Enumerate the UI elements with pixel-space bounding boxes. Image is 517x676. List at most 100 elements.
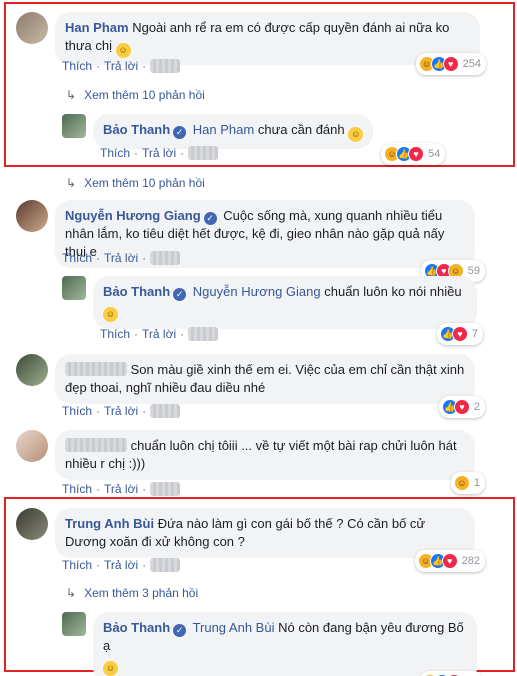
comment-actions: Thích · Trả lời · bbox=[62, 404, 181, 418]
mention-link[interactable]: Nguyễn Hương Giang bbox=[193, 284, 321, 299]
love-reaction-icon: ♥ bbox=[442, 56, 459, 72]
view-more-replies-label[interactable]: Xem thêm 10 phản hồi bbox=[84, 176, 205, 190]
reply-link[interactable]: Trả lời bbox=[104, 482, 138, 496]
like-link[interactable]: Thích bbox=[100, 327, 130, 341]
reply-bubble: Bảo Thanh ✓ Nguyễn Hương Giang chuẩn luôn… bbox=[93, 276, 483, 345]
reply-link[interactable]: Trả lời bbox=[142, 146, 176, 160]
reply-actions: Thích · Trả lời · bbox=[100, 146, 219, 160]
avatar[interactable] bbox=[16, 200, 48, 232]
comment-actions: Thích · Trả lời · bbox=[62, 251, 181, 265]
separator-dot: · bbox=[180, 327, 185, 341]
reactions-badge[interactable]: ☺ 1 bbox=[450, 472, 485, 494]
laughing-emoji-icon: ☺ bbox=[103, 661, 118, 676]
avatar[interactable] bbox=[62, 276, 86, 300]
reply-author[interactable]: Bảo Thanh bbox=[103, 284, 170, 299]
reply-bubble: Bảo Thanh ✓ Han Pham chưa cần đánh ☺ ☺ 👍 … bbox=[93, 114, 446, 165]
love-reaction-icon: ♥ bbox=[408, 146, 424, 162]
comment-bubble: Son màu giề xinh thế em ei. Việc của em … bbox=[55, 354, 485, 418]
like-link[interactable]: Thích bbox=[62, 558, 92, 572]
reply-link[interactable]: Trả lời bbox=[104, 404, 138, 418]
separator-dot: · bbox=[96, 558, 101, 572]
separator-dot: · bbox=[142, 558, 147, 572]
view-more-replies[interactable]: ↳ Xem thêm 3 phản hồi bbox=[66, 586, 198, 600]
view-more-replies[interactable]: ↳ Xem thêm 10 phản hồi bbox=[66, 88, 205, 102]
reply-link[interactable]: Trả lời bbox=[142, 327, 176, 341]
view-more-replies-label[interactable]: Xem thêm 10 phản hồi bbox=[84, 88, 205, 102]
separator-dot: · bbox=[96, 404, 101, 418]
comment-bubble: chuẩn luôn chị tôiii ... về tự viết một … bbox=[55, 430, 485, 494]
avatar[interactable] bbox=[16, 12, 48, 44]
blurred-timestamp bbox=[150, 251, 181, 265]
blurred-timestamp bbox=[150, 404, 181, 418]
comment-actions: Thích · Trả lời · bbox=[62, 482, 181, 496]
separator-dot: · bbox=[142, 59, 147, 73]
reactions-badge[interactable]: ☺ 👍 ♥ 54 bbox=[381, 143, 446, 165]
reactions-badge[interactable]: 👍 ♥ 2 bbox=[438, 396, 485, 418]
reply-link[interactable]: Trả lời bbox=[104, 251, 138, 265]
reply-text: chuẩn luôn ko nói nhiều bbox=[324, 284, 462, 299]
comment-actions: Thích · Trả lời · bbox=[62, 59, 181, 73]
avatar[interactable] bbox=[62, 114, 86, 138]
reactions-badge[interactable]: ☺ 👍 ♥ 254 bbox=[415, 53, 486, 75]
love-reaction-icon: ♥ bbox=[441, 553, 458, 569]
like-link[interactable]: Thích bbox=[62, 404, 92, 418]
reply-bao-thanh: Bảo Thanh ✓ Nguyễn Hương Giang chuẩn luôn… bbox=[62, 276, 483, 345]
verified-badge-icon: ✓ bbox=[203, 212, 217, 225]
comment-trung-anh-bui: Trung Anh Bùi Đứa nào làm gì con gái bố … bbox=[16, 508, 485, 572]
blurred-author-name bbox=[65, 438, 127, 452]
reply-arrow-icon: ↳ bbox=[66, 176, 77, 190]
separator-dot: · bbox=[96, 251, 101, 265]
love-reaction-icon: ♥ bbox=[451, 326, 468, 342]
love-reaction-icon: ♥ bbox=[453, 399, 470, 415]
separator-dot: · bbox=[180, 146, 185, 160]
blurred-timestamp bbox=[188, 146, 219, 160]
blurred-timestamp bbox=[150, 482, 181, 496]
grin-emoji-icon: ☺ bbox=[115, 43, 131, 58]
reply-link[interactable]: Trả lời bbox=[104, 59, 138, 73]
reaction-count: 54 bbox=[428, 148, 441, 160]
mention-link[interactable]: Han Pham bbox=[193, 122, 254, 137]
like-link[interactable]: Thích bbox=[62, 59, 92, 73]
blurred-timestamp bbox=[188, 327, 219, 341]
mention-link[interactable]: Trung Anh Bùi bbox=[193, 620, 275, 635]
separator-dot: · bbox=[142, 251, 147, 265]
reactions-badge[interactable]: ☺ 👍 ♥ 71 bbox=[418, 671, 483, 676]
comment-author[interactable]: Trung Anh Bùi bbox=[65, 516, 154, 531]
reaction-count: 1 bbox=[473, 477, 480, 489]
comment-author[interactable]: Nguyễn Hương Giang bbox=[65, 208, 201, 223]
comment-actions: Thích · Trả lời · bbox=[62, 558, 181, 572]
comment-han-pham: Han Pham Ngoài anh rể ra em có được cấp … bbox=[16, 12, 486, 75]
reactions-badge[interactable]: ☺ 👍 ♥ 282 bbox=[414, 550, 485, 572]
reply-actions: Thích · Trả lời · bbox=[100, 327, 219, 341]
like-link[interactable]: Thích bbox=[62, 482, 92, 496]
smile-emoji-icon: ☺ bbox=[103, 307, 118, 322]
reply-bao-thanh: Bảo Thanh ✓ Han Pham chưa cần đánh ☺ ☺ 👍 … bbox=[62, 114, 446, 165]
like-link[interactable]: Thích bbox=[62, 251, 92, 265]
separator-dot: · bbox=[134, 146, 139, 160]
reply-arrow-icon: ↳ bbox=[66, 88, 77, 102]
separator-dot: · bbox=[134, 327, 139, 341]
comment-anonymous-1: Son màu giề xinh thế em ei. Việc của em … bbox=[16, 354, 485, 418]
reactions-badge[interactable]: 👍 ♥ 7 bbox=[436, 323, 483, 345]
reply-link[interactable]: Trả lời bbox=[104, 558, 138, 572]
reaction-count: 7 bbox=[471, 328, 478, 340]
comment-bubble: Han Pham Ngoài anh rể ra em có được cấp … bbox=[55, 12, 486, 75]
avatar[interactable] bbox=[16, 430, 48, 462]
laughing-emoji-icon: ☺ bbox=[348, 127, 364, 142]
separator-dot: · bbox=[142, 482, 147, 496]
separator-dot: · bbox=[96, 59, 101, 73]
avatar[interactable] bbox=[62, 612, 86, 636]
reply-author[interactable]: Bảo Thanh bbox=[103, 620, 170, 635]
comment-bubble: Trung Anh Bùi Đứa nào làm gì con gái bố … bbox=[55, 508, 485, 572]
view-more-replies[interactable]: ↳ Xem thêm 10 phản hồi bbox=[66, 176, 205, 190]
reaction-count: 254 bbox=[462, 58, 481, 70]
avatar[interactable] bbox=[16, 354, 48, 386]
view-more-replies-label[interactable]: Xem thêm 3 phản hồi bbox=[84, 586, 198, 600]
reaction-count: 2 bbox=[473, 401, 480, 413]
comment-author[interactable]: Han Pham bbox=[65, 20, 129, 35]
avatar[interactable] bbox=[16, 508, 48, 540]
verified-badge-icon: ✓ bbox=[173, 288, 187, 301]
like-link[interactable]: Thích bbox=[100, 146, 130, 160]
reply-author[interactable]: Bảo Thanh bbox=[103, 122, 170, 137]
blurred-author-name bbox=[65, 362, 127, 376]
